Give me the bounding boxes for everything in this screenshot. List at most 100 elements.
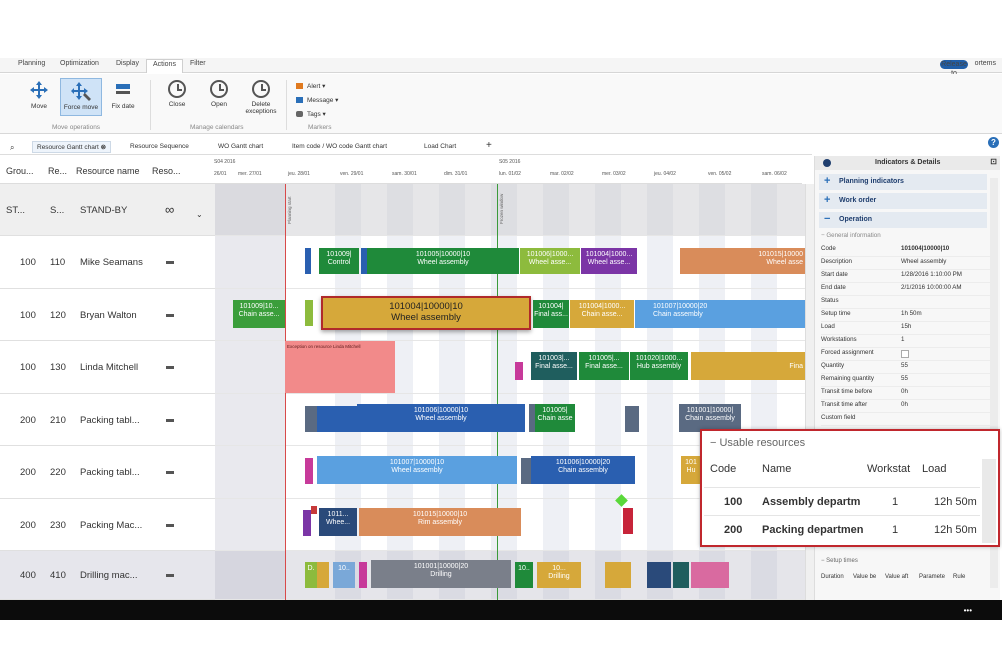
gantt-bar-small[interactable] bbox=[311, 506, 317, 514]
table-row[interactable]: 200 Packing departmen 1 12h 50m bbox=[704, 515, 980, 543]
table-row[interactable]: 100 110 Mike Seamans bbox=[0, 236, 215, 289]
delete-exceptions-button[interactable]: Delete exceptions bbox=[242, 80, 280, 115]
gantt-bar[interactable]: 101015|10000 Wheel asse bbox=[680, 248, 805, 274]
gantt-bar[interactable]: 101003|... Final asse... bbox=[531, 352, 577, 380]
gantt-bar[interactable]: 101004| Final ass... bbox=[533, 300, 569, 328]
gantt-bar-small[interactable] bbox=[623, 508, 633, 534]
tab-resource-gantt[interactable]: Resource Gantt chart ⊗ bbox=[32, 141, 112, 153]
table-row[interactable]: 100 130 Linda Mitchell bbox=[0, 341, 215, 394]
gantt-bar[interactable]: 101004|1000... Wheel asse... bbox=[581, 248, 637, 274]
panel-pin-icon[interactable]: ⊡ bbox=[990, 157, 997, 166]
tab-item-code-gantt[interactable]: Item code / WO code Gantt chart bbox=[292, 143, 387, 150]
gantt-bar-small[interactable] bbox=[625, 406, 639, 432]
tab-resource-sequence[interactable]: Resource Sequence bbox=[130, 143, 189, 150]
gantt-bar[interactable]: 101006|1000... Wheel asse... bbox=[520, 248, 580, 274]
gantt-bar-small[interactable] bbox=[691, 562, 729, 588]
col-name-header[interactable]: Resource name bbox=[76, 166, 140, 176]
col-code[interactable]: Code bbox=[710, 463, 736, 475]
gantt-bar[interactable]: 101007|10000|10 Wheel assembly bbox=[317, 456, 517, 484]
col-workstations[interactable]: Workstat bbox=[867, 463, 910, 475]
setup-col[interactable]: Rule bbox=[953, 574, 965, 580]
general-info-header[interactable]: − General information bbox=[821, 232, 881, 239]
gantt-bar-small[interactable] bbox=[305, 406, 317, 432]
gantt-bar-small[interactable] bbox=[673, 562, 689, 588]
setup-col[interactable]: Duration bbox=[821, 574, 844, 580]
more-icon[interactable]: ••• bbox=[964, 606, 972, 615]
callout-scrollbar[interactable] bbox=[982, 459, 996, 543]
gantt-bar[interactable]: 101005| Chain asse bbox=[535, 404, 575, 432]
gantt-bar-small[interactable]: 10.. bbox=[333, 562, 355, 588]
gantt-bar-small[interactable] bbox=[317, 562, 329, 588]
table-row[interactable]: 400 410 Drilling mac... bbox=[0, 551, 215, 600]
col-reso-header[interactable]: Reso... bbox=[152, 166, 181, 176]
close-tab-icon[interactable]: ⊗ bbox=[101, 144, 106, 151]
search-icon[interactable]: ⌕ bbox=[10, 143, 14, 153]
gantt-bar[interactable]: 101009| Control bbox=[319, 248, 359, 274]
chevron-down-icon[interactable]: ⌄ bbox=[196, 210, 203, 219]
section-operation[interactable]: − Operation bbox=[819, 212, 987, 228]
selected-gantt-bar[interactable]: 101004|10000|10 Wheel assembly bbox=[321, 296, 531, 330]
gantt-bar[interactable]: 101005|... Final asse... bbox=[579, 352, 629, 380]
gantt-bar-small[interactable] bbox=[305, 248, 311, 274]
add-tab-button[interactable]: + bbox=[486, 140, 492, 151]
table-row[interactable]: 200 220 Packing tabl... bbox=[0, 446, 215, 499]
tags-marker-button[interactable]: Tags ▾ bbox=[296, 110, 326, 118]
force-move-button[interactable]: Force move bbox=[60, 78, 102, 116]
move-button[interactable]: Move bbox=[28, 80, 50, 110]
open-calendar-button[interactable]: Open bbox=[206, 80, 232, 108]
gantt-bar-small[interactable] bbox=[605, 562, 631, 588]
gantt-bar[interactable]: 101004|1000... Chain asse... bbox=[570, 300, 634, 328]
menu-tab-planning[interactable]: Planning bbox=[18, 60, 45, 67]
gantt-bar-small[interactable] bbox=[521, 458, 531, 484]
section-work-order[interactable]: + Work order bbox=[819, 193, 987, 209]
table-row[interactable]: 100 120 Bryan Walton bbox=[0, 289, 215, 341]
gantt-bar[interactable]: Fina bbox=[691, 352, 805, 380]
col-res-header[interactable]: Re... bbox=[48, 166, 67, 176]
gantt-bar[interactable]: 101007|10000|20 Chain assembly bbox=[635, 300, 805, 328]
gantt-bar[interactable]: 101001|10000|20 Drilling bbox=[371, 560, 511, 588]
gantt-bar[interactable]: 101015|10000|10 Rim assembly bbox=[359, 508, 521, 536]
col-name[interactable]: Name bbox=[762, 463, 791, 475]
gantt-bar-small[interactable] bbox=[359, 562, 367, 588]
menu-tab-display[interactable]: Display bbox=[116, 60, 139, 67]
gantt-bar-small[interactable] bbox=[515, 362, 523, 380]
gantt-bar-small[interactable]: D. bbox=[305, 562, 317, 588]
setup-col[interactable]: Paramete bbox=[919, 574, 945, 580]
release-badge[interactable]: Release to bbox=[940, 60, 968, 77]
tab-wo-gantt[interactable]: WO Gantt chart bbox=[218, 143, 263, 150]
tab-load-chart[interactable]: Load Chart bbox=[424, 143, 456, 150]
setup-col[interactable]: Value be bbox=[853, 574, 876, 580]
gantt-bar-small[interactable] bbox=[305, 300, 313, 326]
forced-assignment-checkbox[interactable] bbox=[901, 350, 909, 358]
menu-tab-filter[interactable]: Filter bbox=[190, 60, 206, 67]
gantt-bar-small[interactable]: 10.. bbox=[515, 562, 533, 588]
gantt-bar[interactable]: 101001|10000| Chain assembly bbox=[679, 404, 741, 432]
close-calendar-button[interactable]: Close bbox=[164, 80, 190, 108]
gantt-bar-tail[interactable] bbox=[317, 406, 357, 432]
gantt-bar[interactable]: 101009|10... Chain asse... bbox=[233, 300, 285, 328]
table-row[interactable]: 200 210 Packing tabl... bbox=[0, 394, 215, 446]
calendar-exception[interactable]: Exception on resource Linda Mitchell bbox=[285, 341, 395, 393]
fix-date-button[interactable]: Fix date bbox=[108, 80, 138, 110]
col-load[interactable]: Load bbox=[922, 463, 946, 475]
menu-tab-optimization[interactable]: Optimization bbox=[60, 60, 99, 67]
table-row[interactable]: ST... S... STAND-BY ∞ ⌄ bbox=[0, 184, 215, 236]
alert-marker-button[interactable]: Alert ▾ bbox=[296, 82, 325, 90]
table-row[interactable]: 100 Assembly departm 1 12h 50m bbox=[704, 487, 980, 515]
gantt-bar[interactable]: 101020|1000... Hub assembly bbox=[630, 352, 688, 380]
gantt-bar[interactable]: 101006|10000|20 Chain assembly bbox=[531, 456, 635, 484]
gantt-bar[interactable]: 101006|10000|10 Wheel assembly bbox=[357, 404, 525, 432]
gantt-bar[interactable]: 101005|10000|10 Wheel assembly bbox=[367, 248, 519, 274]
message-marker-button[interactable]: Message ▾ bbox=[296, 96, 338, 104]
setup-times-header[interactable]: − Setup times bbox=[821, 558, 858, 564]
menu-tab-actions[interactable]: Actions bbox=[146, 59, 183, 73]
gantt-bar[interactable]: 10... Drilling bbox=[537, 562, 581, 588]
setup-col[interactable]: Value aft bbox=[885, 574, 908, 580]
usable-resources-title[interactable]: − Usable resources bbox=[710, 437, 805, 449]
help-icon[interactable]: ? bbox=[988, 137, 999, 148]
table-row[interactable]: 200 230 Packing Mac... bbox=[0, 499, 215, 551]
section-planning-indicators[interactable]: + Planning indicators bbox=[819, 174, 987, 190]
gantt-bar-small[interactable] bbox=[647, 562, 671, 588]
gantt-bar[interactable]: 1011... Whee... bbox=[319, 508, 357, 536]
gantt-bar-small[interactable] bbox=[303, 510, 311, 536]
